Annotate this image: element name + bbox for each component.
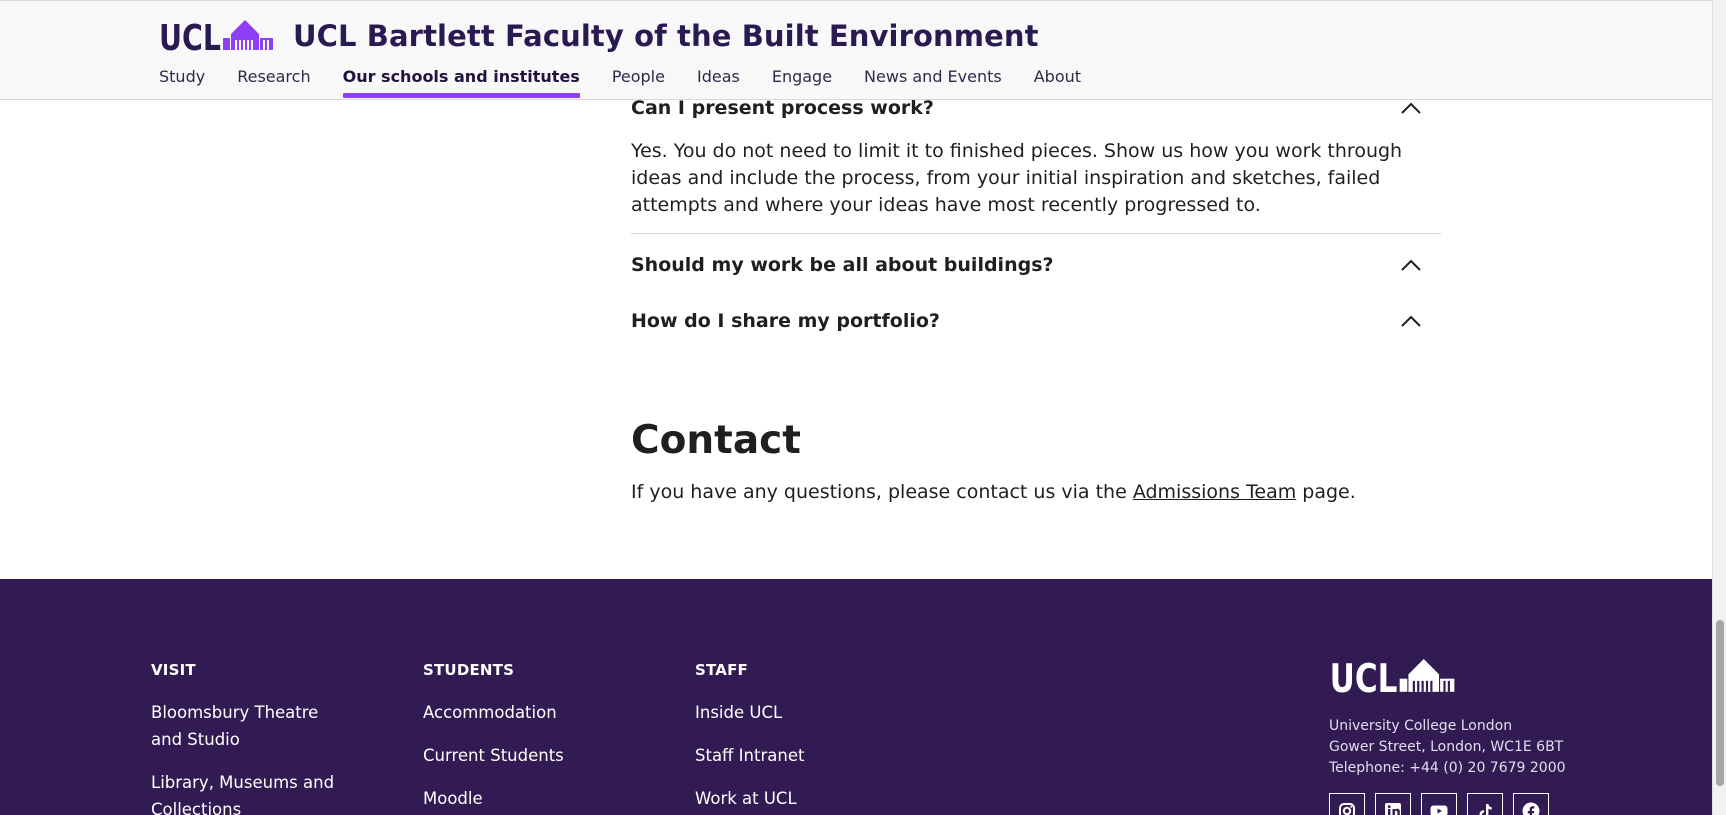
linkedin-icon[interactable] — [1375, 793, 1411, 815]
site-title[interactable]: UCL Bartlett Faculty of the Built Enviro… — [293, 19, 1039, 53]
scrollbar-thumb[interactable] — [1716, 620, 1724, 786]
nav-item-engage[interactable]: Engage — [772, 67, 832, 98]
nav-item-news-events[interactable]: News and Events — [864, 67, 1002, 98]
tiktok-icon[interactable] — [1467, 793, 1503, 815]
svg-text:UCL: UCL — [1330, 659, 1398, 694]
faq-question: Should my work be all about buildings? — [631, 254, 1054, 276]
footer-heading: VISIT — [151, 661, 196, 679]
social-links — [1329, 793, 1566, 815]
svg-text:UCL: UCL — [159, 20, 221, 52]
footer-link[interactable]: Inside UCL — [695, 699, 895, 726]
footer-column-visit: VISIT Bloomsbury Theatre and Studio Libr… — [151, 661, 351, 815]
footer-link[interactable]: Current Students — [423, 742, 623, 769]
footer-link[interactable]: Accommodation — [423, 699, 623, 726]
address-name: University College London — [1329, 718, 1513, 734]
address-phone: Telephone: +44 (0) 20 7679 2000 — [1329, 760, 1566, 776]
youtube-icon[interactable] — [1421, 793, 1457, 815]
nav-item-ideas[interactable]: Ideas — [697, 67, 740, 98]
footer-link[interactable]: Staff Intranet — [695, 742, 895, 769]
faq-item: Can I present process work? Yes. You do … — [631, 96, 1441, 234]
contact-text: If you have any questions, please contac… — [631, 481, 1356, 503]
nav-item-research[interactable]: Research — [237, 67, 310, 98]
faq-item: How do I share my portfolio? — [631, 308, 1441, 334]
site-footer: VISIT Bloomsbury Theatre and Studio Libr… — [0, 579, 1712, 815]
header-brand: UCL UCL Bartlett Faculty of the Built En… — [159, 19, 1039, 53]
nav-item-study[interactable]: Study — [159, 67, 205, 98]
faq-item: Should my work be all about buildings? — [631, 252, 1441, 278]
faq-divider — [631, 233, 1441, 234]
faq-question: Can I present process work? — [631, 97, 934, 119]
ucl-logo[interactable]: UCL — [159, 20, 273, 52]
site-header: UCL UCL Bartlett Faculty of the Built En… — [0, 0, 1712, 100]
page-scrollbar[interactable] — [1712, 0, 1726, 815]
address-street: Gower Street, London, WC1E 6BT — [1329, 739, 1564, 755]
nav-item-schools-institutes[interactable]: Our schools and institutes — [342, 67, 581, 98]
nav-item-people[interactable]: People — [612, 67, 665, 98]
instagram-icon[interactable] — [1329, 793, 1365, 815]
footer-heading: STUDENTS — [423, 661, 515, 679]
facebook-icon[interactable] — [1513, 793, 1549, 815]
faq-question-toggle[interactable]: Should my work be all about buildings? — [631, 252, 1441, 278]
footer-heading: STAFF — [695, 661, 748, 679]
footer-address: University College London Gower Street, … — [1329, 716, 1566, 779]
footer-column-staff: STAFF Inside UCL Staff Intranet Work at … — [695, 661, 895, 815]
footer-link[interactable]: Work at UCL — [695, 785, 895, 812]
contact-text-before: If you have any questions, please contac… — [631, 481, 1127, 503]
faq-question-toggle[interactable]: How do I share my portfolio? — [631, 308, 1441, 334]
faq-answer: Yes. You do not need to limit it to fini… — [631, 140, 1403, 216]
contact-heading: Contact — [631, 418, 801, 463]
nav-item-about[interactable]: About — [1034, 67, 1081, 98]
faq-accordion: Can I present process work? Yes. You do … — [631, 96, 1441, 334]
footer-link[interactable]: Bloomsbury Theatre and Studio — [151, 699, 351, 753]
chevron-up-icon — [1401, 315, 1421, 327]
footer-column-students: STUDENTS Accommodation Current Students … — [423, 661, 623, 815]
contact-text-after: page. — [1302, 481, 1356, 503]
footer-link[interactable]: Library, Museums and Collections — [151, 769, 351, 815]
footer-brand: UCL University College London Gower Stre… — [1329, 656, 1566, 815]
ucl-logo[interactable]: UCL — [1329, 656, 1455, 702]
admissions-team-link[interactable]: Admissions Team — [1133, 481, 1296, 503]
main-nav: Study Research Our schools and institute… — [159, 67, 1113, 98]
faq-question: How do I share my portfolio? — [631, 310, 940, 332]
footer-link[interactable]: Moodle — [423, 785, 623, 812]
chevron-up-icon — [1401, 102, 1421, 114]
chevron-up-icon — [1401, 259, 1421, 271]
